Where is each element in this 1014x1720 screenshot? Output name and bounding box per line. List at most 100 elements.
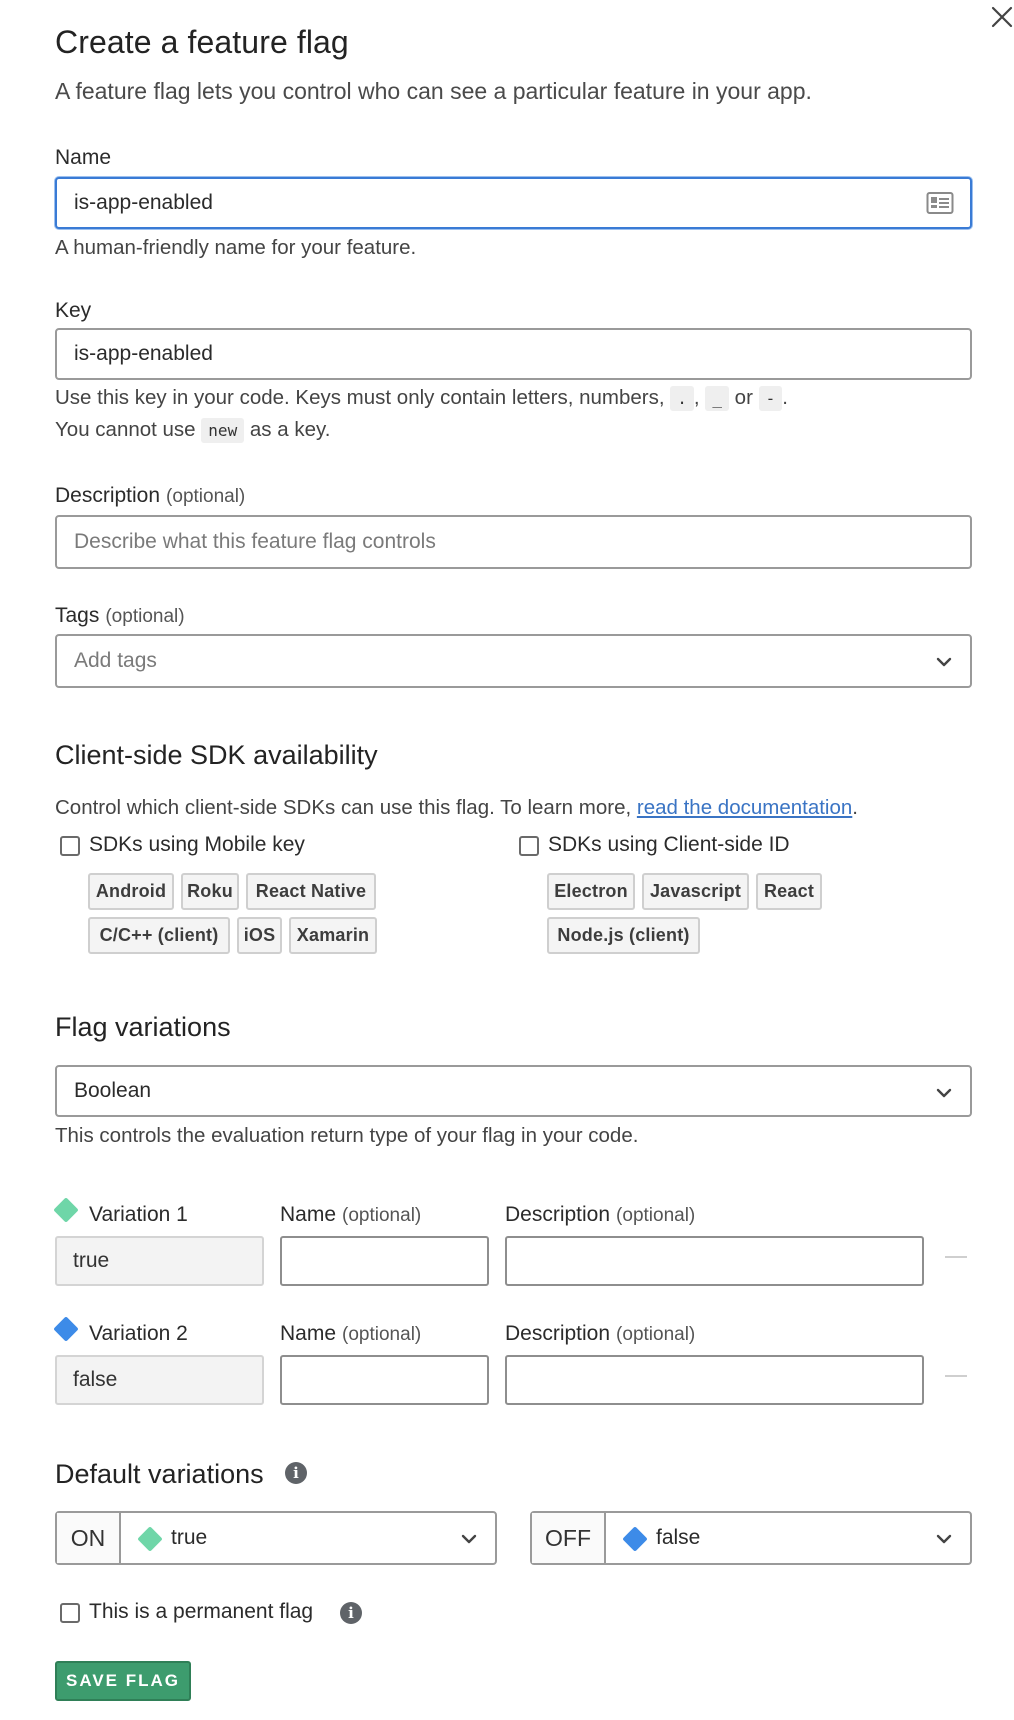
name-label: Name [55, 146, 112, 169]
permanent-flag-label: This is a permanent flag [89, 1600, 314, 1623]
chevron-down-icon [934, 1083, 954, 1109]
key-help-text: Use this key in your code. Keys must onl… [55, 386, 665, 409]
dot-char: . [670, 386, 694, 411]
dash-char: - [758, 386, 783, 411]
variation-type-help: This controls the evaluation return type… [55, 1124, 639, 1147]
close-icon[interactable] [989, 4, 1014, 30]
off-tag: OFF [532, 1513, 606, 1563]
default-off-select[interactable]: OFF false [530, 1511, 972, 1565]
on-tag: ON [57, 1513, 121, 1563]
or-text: or [734, 386, 753, 409]
info-icon[interactable]: i [340, 1602, 362, 1624]
variation-2-name-label: Name (optional) [280, 1322, 421, 1346]
reserved-key-code: new [201, 418, 245, 443]
variation-2-description-label: Description (optional) [505, 1322, 695, 1346]
variation-2-name-input[interactable] [280, 1355, 489, 1405]
sdk-chip-ios: iOS [237, 917, 282, 954]
save-flag-button[interactable]: SAVE FLAG [55, 1661, 191, 1701]
description-label-text: Description [55, 484, 161, 507]
flag-variations-heading: Flag variations [55, 1012, 231, 1042]
name-help: A human-friendly name for your feature. [55, 236, 417, 259]
variation-2-label: Variation 2 [89, 1322, 188, 1345]
key-label: Key [55, 299, 92, 322]
documentation-link[interactable]: read the documentation [637, 796, 852, 819]
page-subtitle: A feature flag lets you control who can … [55, 78, 812, 104]
tags-select[interactable]: Add tags [55, 634, 972, 688]
tags-placeholder: Add tags [74, 649, 157, 672]
info-icon[interactable]: i [285, 1462, 307, 1484]
contact-card-icon [926, 191, 954, 221]
tags-label-text: Tags [55, 604, 100, 627]
name-input[interactable]: is-app-enabled [55, 177, 972, 229]
name-label-text: Name [280, 1322, 337, 1345]
optional-hint: (optional) [166, 486, 246, 507]
variation-1-color-icon [53, 1197, 79, 1223]
description-label: Description (optional) [55, 484, 245, 508]
variation-2-color-icon [53, 1316, 79, 1342]
sdk-chip-roku: Roku [181, 873, 239, 910]
description-label-text: Description [505, 1203, 611, 1226]
default-off-value-text: false [656, 1526, 701, 1549]
description-placeholder: Describe what this feature flag controls [74, 530, 436, 553]
client-sdk-desc-end: . [852, 796, 858, 819]
client-sdk-description: Control which client-side SDKs can use t… [55, 792, 858, 824]
name-input-value: is-app-enabled [74, 191, 213, 214]
page-title: Create a feature flag [55, 24, 349, 60]
variation-type-value: Boolean [74, 1079, 152, 1102]
mobile-key-label: SDKs using Mobile key [89, 833, 305, 856]
underscore-char: _ [705, 386, 729, 411]
chevron-down-icon [934, 1529, 954, 1555]
default-variations-heading: Default variations [55, 1459, 264, 1489]
sdk-chip-android: Android [88, 873, 174, 910]
client-side-id-checkbox[interactable] [519, 836, 539, 856]
client-sdk-desc-text: Control which client-side SDKs can use t… [55, 796, 632, 819]
key-input-value: is-app-enabled [74, 342, 213, 365]
variation-1-value: true [55, 1236, 264, 1286]
key-help-line2: You cannot use new as a key. [55, 414, 330, 447]
optional-hint: (optional) [342, 1324, 422, 1345]
name-label-text: Name [280, 1203, 337, 1226]
sdk-chip-c-cpp-client: C/C++ (client) [88, 917, 230, 954]
variation-1-description-input[interactable] [505, 1236, 924, 1286]
client-sdk-heading: Client-side SDK availability [55, 740, 378, 770]
key-help-after: as a key. [249, 418, 331, 441]
key-input[interactable]: is-app-enabled [55, 328, 972, 380]
variation-2-description-input[interactable] [505, 1355, 924, 1405]
variation-1-label: Variation 1 [89, 1203, 188, 1226]
remove-variation-1-icon[interactable] [945, 1256, 967, 1258]
variation-type-select[interactable]: Boolean [55, 1065, 972, 1117]
sdk-chip-javascript: Javascript [642, 873, 749, 910]
sdk-chip-nodejs-client: Node.js (client) [547, 917, 700, 954]
default-on-select[interactable]: ON true [55, 1511, 497, 1565]
key-help-before: You cannot use [55, 418, 196, 441]
optional-hint: (optional) [616, 1205, 696, 1226]
mobile-key-checkbox[interactable] [60, 836, 80, 856]
variation-2-value: false [55, 1355, 264, 1405]
sdk-chip-react-native: React Native [246, 873, 376, 910]
period-text: . [782, 386, 788, 409]
true-diamond-icon [137, 1526, 163, 1552]
comma-separator: , [693, 386, 700, 409]
optional-hint: (optional) [105, 606, 185, 627]
optional-hint: (optional) [342, 1205, 422, 1226]
chevron-down-icon [934, 652, 954, 678]
key-help-line1: Use this key in your code. Keys must onl… [55, 382, 788, 415]
default-off-value: false [606, 1513, 970, 1563]
variation-1-name-input[interactable] [280, 1236, 489, 1286]
variation-1-name-label: Name (optional) [280, 1203, 421, 1227]
description-label-text: Description [505, 1322, 611, 1345]
default-on-value-text: true [171, 1526, 208, 1549]
false-diamond-icon [622, 1526, 648, 1552]
sdk-chip-electron: Electron [547, 873, 635, 910]
optional-hint: (optional) [616, 1324, 696, 1345]
default-on-value: true [121, 1513, 495, 1563]
tags-label: Tags (optional) [55, 604, 185, 628]
remove-variation-2-icon[interactable] [945, 1375, 967, 1377]
sdk-chip-react: React [756, 873, 822, 910]
description-input[interactable]: Describe what this feature flag controls [55, 515, 972, 569]
variation-1-description-label: Description (optional) [505, 1203, 695, 1227]
sdk-chip-xamarin: Xamarin [289, 917, 377, 954]
client-side-id-label: SDKs using Client-side ID [548, 833, 790, 856]
permanent-flag-checkbox[interactable] [60, 1603, 80, 1623]
chevron-down-icon [459, 1529, 479, 1555]
